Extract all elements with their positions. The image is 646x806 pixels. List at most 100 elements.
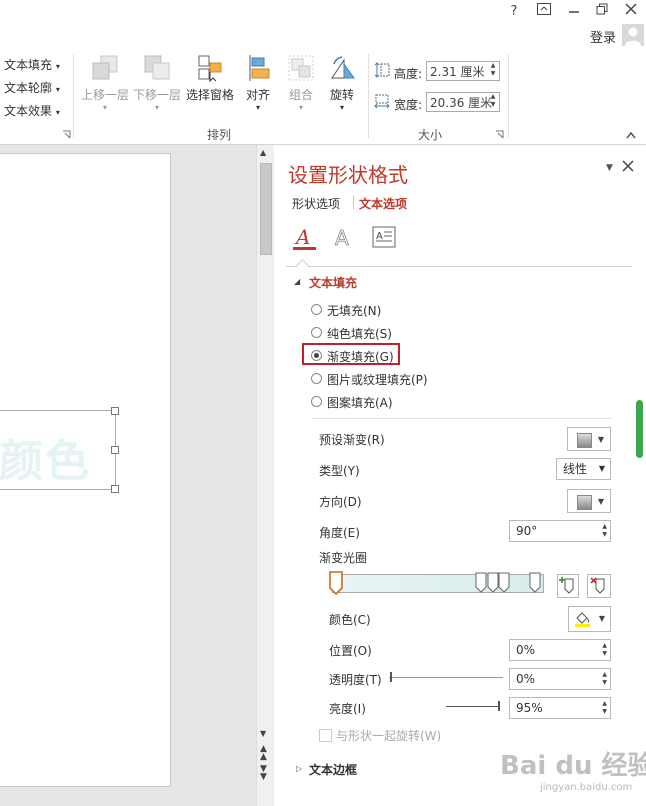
rotate-with-shape-checkbox[interactable]	[319, 729, 332, 742]
resize-handle[interactable]	[111, 485, 119, 493]
angle-input[interactable]: 90° ▲ ▼	[509, 520, 611, 542]
scroll-down-icon[interactable]: ▼	[260, 729, 266, 738]
text-box-icon[interactable]: A	[372, 226, 396, 251]
close-window-icon[interactable]	[620, 3, 642, 21]
bring-forward-button[interactable]: 上移一层 ▾	[80, 54, 130, 112]
transparency-slider-thumb[interactable]	[390, 672, 392, 682]
gradient-stops-label: 渐变光圈	[319, 551, 368, 565]
slide[interactable]: 颜色	[0, 153, 171, 787]
size-group-label: 大小	[418, 128, 443, 142]
preset-gradient-label: 预设渐变(R)	[319, 433, 385, 447]
collapse-section-icon[interactable]: ◢	[294, 277, 300, 286]
radio-no-fill-label[interactable]: 无填充(N)	[327, 302, 381, 319]
radio-pattern-fill[interactable]	[311, 396, 322, 407]
gradient-stop-selected[interactable]	[329, 571, 343, 598]
rotate-with-shape-label: 与形状一起旋转(W)	[336, 729, 442, 743]
paint-bucket-icon	[574, 610, 592, 631]
login-link[interactable]: 登录	[590, 27, 616, 46]
remove-gradient-stop-icon[interactable]	[587, 574, 611, 598]
watermark-url: jingyan.baidu.com	[540, 782, 633, 793]
height-spinner[interactable]: ▲ ▼	[487, 62, 499, 80]
svg-text:A: A	[294, 225, 310, 249]
resize-handle[interactable]	[111, 407, 119, 415]
radio-solid-fill[interactable]	[311, 327, 322, 338]
gradient-stop[interactable]	[529, 572, 541, 597]
resize-handle[interactable]	[111, 446, 119, 454]
section-text-fill[interactable]: 文本填充	[309, 274, 357, 291]
scroll-thumb[interactable]	[260, 163, 272, 255]
tab-shape-options[interactable]: 形状选项	[292, 195, 340, 212]
radio-solid-fill-label[interactable]: 纯色填充(S)	[327, 325, 392, 342]
add-gradient-stop-icon[interactable]	[557, 574, 579, 598]
angle-label: 角度(E)	[319, 526, 360, 540]
group-separator	[73, 54, 74, 138]
avatar[interactable]	[622, 24, 644, 46]
radio-picture-fill[interactable]	[311, 373, 322, 384]
transparency-input[interactable]: 0% ▲ ▼	[509, 668, 611, 690]
watermark: Bai du 经验	[500, 751, 646, 781]
radio-pattern-fill-label[interactable]: 图案填充(A)	[327, 394, 393, 411]
gradient-stop[interactable]	[475, 572, 487, 597]
brightness-slider-thumb[interactable]	[498, 701, 500, 711]
next-slide-icon[interactable]: ▼ ▼	[260, 765, 267, 782]
position-label: 位置(O)	[329, 644, 372, 658]
text-effects-icon[interactable]: A	[332, 225, 356, 254]
dialog-launcher-icon[interactable]	[62, 128, 71, 142]
text-outline-button[interactable]: 文本轮廓 ▾	[4, 79, 60, 96]
scroll-up-icon[interactable]: ▲	[260, 148, 266, 157]
rotate-icon	[328, 54, 356, 82]
position-input[interactable]: 0% ▲ ▼	[509, 639, 611, 661]
gradient-stop[interactable]	[498, 572, 510, 597]
tab-divider	[353, 195, 354, 209]
transparency-slider[interactable]	[389, 677, 503, 678]
close-pane-icon[interactable]	[622, 160, 634, 175]
radio-no-fill[interactable]	[311, 304, 322, 315]
selection-pane-button[interactable]: 选择窗格	[184, 54, 236, 103]
type-select[interactable]: 线性 ▼	[556, 458, 611, 480]
rotate-button[interactable]: 旋转 ▾	[324, 54, 360, 112]
brightness-input[interactable]: 95% ▲ ▼	[509, 697, 611, 719]
section-text-border[interactable]: 文本边框	[309, 761, 357, 778]
width-icon	[374, 93, 390, 112]
collapse-ribbon-icon[interactable]	[626, 128, 636, 142]
previous-slide-icon[interactable]: ▲ ▲	[260, 745, 267, 762]
text-effect-button[interactable]: 文本效果 ▾	[4, 102, 60, 119]
width-spinner[interactable]: ▲ ▼	[487, 93, 499, 111]
size-dialog-launcher-icon[interactable]	[495, 128, 504, 142]
slide-scrollbar[interactable]: ▲ ▼ ▲ ▲ ▼ ▼	[256, 145, 274, 806]
highlight-box	[302, 343, 400, 365]
help-button[interactable]: ?	[503, 3, 525, 21]
group-button[interactable]: 组合 ▾	[284, 54, 318, 112]
transparency-label: 透明度(T)	[329, 673, 382, 687]
slide-text[interactable]: 颜色	[0, 425, 91, 489]
color-picker-button[interactable]: ▼	[568, 606, 611, 632]
width-input[interactable]: 20.36 厘米 ▲ ▼	[426, 92, 500, 112]
preset-gradient-dropdown[interactable]: ▼	[567, 427, 611, 451]
pane-options-icon[interactable]: ▼	[606, 163, 613, 173]
brightness-label: 亮度(I)	[329, 702, 366, 716]
gradient-stop-bar[interactable]	[332, 574, 544, 593]
width-label: 宽度:	[394, 98, 423, 112]
text-fill-outline-icon[interactable]: A	[292, 225, 318, 256]
group-separator	[368, 54, 369, 138]
brightness-slider[interactable]	[446, 706, 500, 707]
text-fill-button[interactable]: 文本填充 ▾	[4, 56, 60, 73]
align-button[interactable]: 对齐 ▾	[240, 54, 276, 112]
selection-pane-icon	[196, 54, 224, 83]
format-shape-pane: 设置形状格式 ▼ 形状选项 文本选项 A A A ◢ 文本填充 无填充(N) 纯…	[274, 145, 646, 806]
pane-divider	[286, 266, 632, 267]
slide-canvas: 颜色	[0, 145, 256, 806]
restore-icon[interactable]	[591, 3, 613, 21]
ribbon-display-options-icon[interactable]	[533, 3, 555, 21]
group-icon	[287, 54, 315, 82]
radio-picture-fill-label[interactable]: 图片或纹理填充(P)	[327, 371, 428, 388]
text-box[interactable]: 颜色	[0, 407, 119, 493]
expand-section-icon[interactable]: ▷	[296, 764, 302, 773]
pane-scrollbar-thumb[interactable]	[636, 400, 643, 458]
minimize-icon[interactable]	[563, 3, 585, 21]
send-backward-button[interactable]: 下移一层 ▾	[132, 54, 182, 112]
bring-forward-icon	[91, 54, 119, 82]
height-input[interactable]: 2.31 厘米 ▲ ▼	[426, 61, 500, 81]
direction-dropdown[interactable]: ▼	[567, 489, 611, 513]
tab-text-options[interactable]: 文本选项	[359, 195, 407, 212]
